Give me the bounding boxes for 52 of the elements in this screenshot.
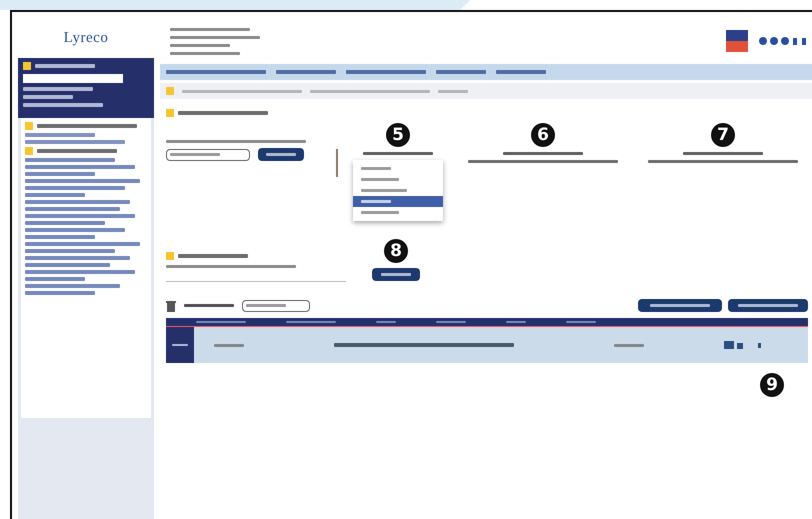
square-icon (25, 147, 33, 155)
blurred-text (650, 304, 710, 307)
blurred-text (363, 152, 433, 155)
callout-number: 7 (711, 123, 735, 147)
blurred-text (178, 254, 248, 258)
square-icon (166, 252, 174, 260)
blurred-text (436, 70, 486, 74)
blurred-text (246, 304, 286, 307)
blurred-text (25, 291, 95, 295)
blurred-text (35, 64, 95, 68)
blurred-text (25, 277, 85, 281)
blurred-text (184, 304, 234, 307)
table-row[interactable] (166, 327, 808, 363)
blurred-text (214, 344, 244, 346)
menu-option[interactable] (353, 163, 443, 174)
blurred-text (25, 235, 95, 239)
search-button[interactable] (372, 268, 420, 281)
search-field[interactable] (23, 74, 123, 83)
callout-number: 5 (386, 123, 410, 147)
menu-option[interactable] (353, 185, 443, 196)
dropdown-field[interactable] (166, 148, 250, 160)
flag-icon (726, 30, 748, 52)
callout-number: 6 (531, 123, 555, 147)
row-actions-drawing[interactable] (724, 340, 764, 350)
blurred-text (170, 52, 240, 54)
blurred-text (23, 87, 93, 91)
action-button[interactable] (728, 299, 808, 312)
blurred-text (170, 44, 230, 46)
blurred-text (170, 153, 220, 156)
callout-number: 8 (384, 239, 408, 263)
blurred-text (23, 95, 73, 99)
action-button[interactable] (638, 299, 722, 312)
dropdown-field[interactable] (242, 300, 310, 312)
square-icon (25, 122, 33, 130)
menu-option[interactable] (353, 207, 443, 218)
blurred-text (25, 172, 95, 176)
blurred-text (266, 153, 296, 156)
logo: Lyreco (64, 30, 108, 46)
submit-button[interactable] (258, 148, 304, 161)
blurred-text (438, 90, 468, 92)
callout-number: 9 (760, 373, 784, 397)
blurred-text (25, 193, 85, 197)
blurred-text (614, 344, 644, 346)
menu-option[interactable] (353, 196, 443, 207)
blurred-text (496, 70, 546, 74)
blurred-text (738, 304, 798, 307)
trash-icon[interactable] (166, 300, 176, 312)
blurred-text (25, 133, 95, 137)
square-icon (23, 62, 31, 70)
blurred-text (276, 70, 336, 74)
blurred-text (381, 273, 411, 276)
square-icon (166, 87, 174, 95)
